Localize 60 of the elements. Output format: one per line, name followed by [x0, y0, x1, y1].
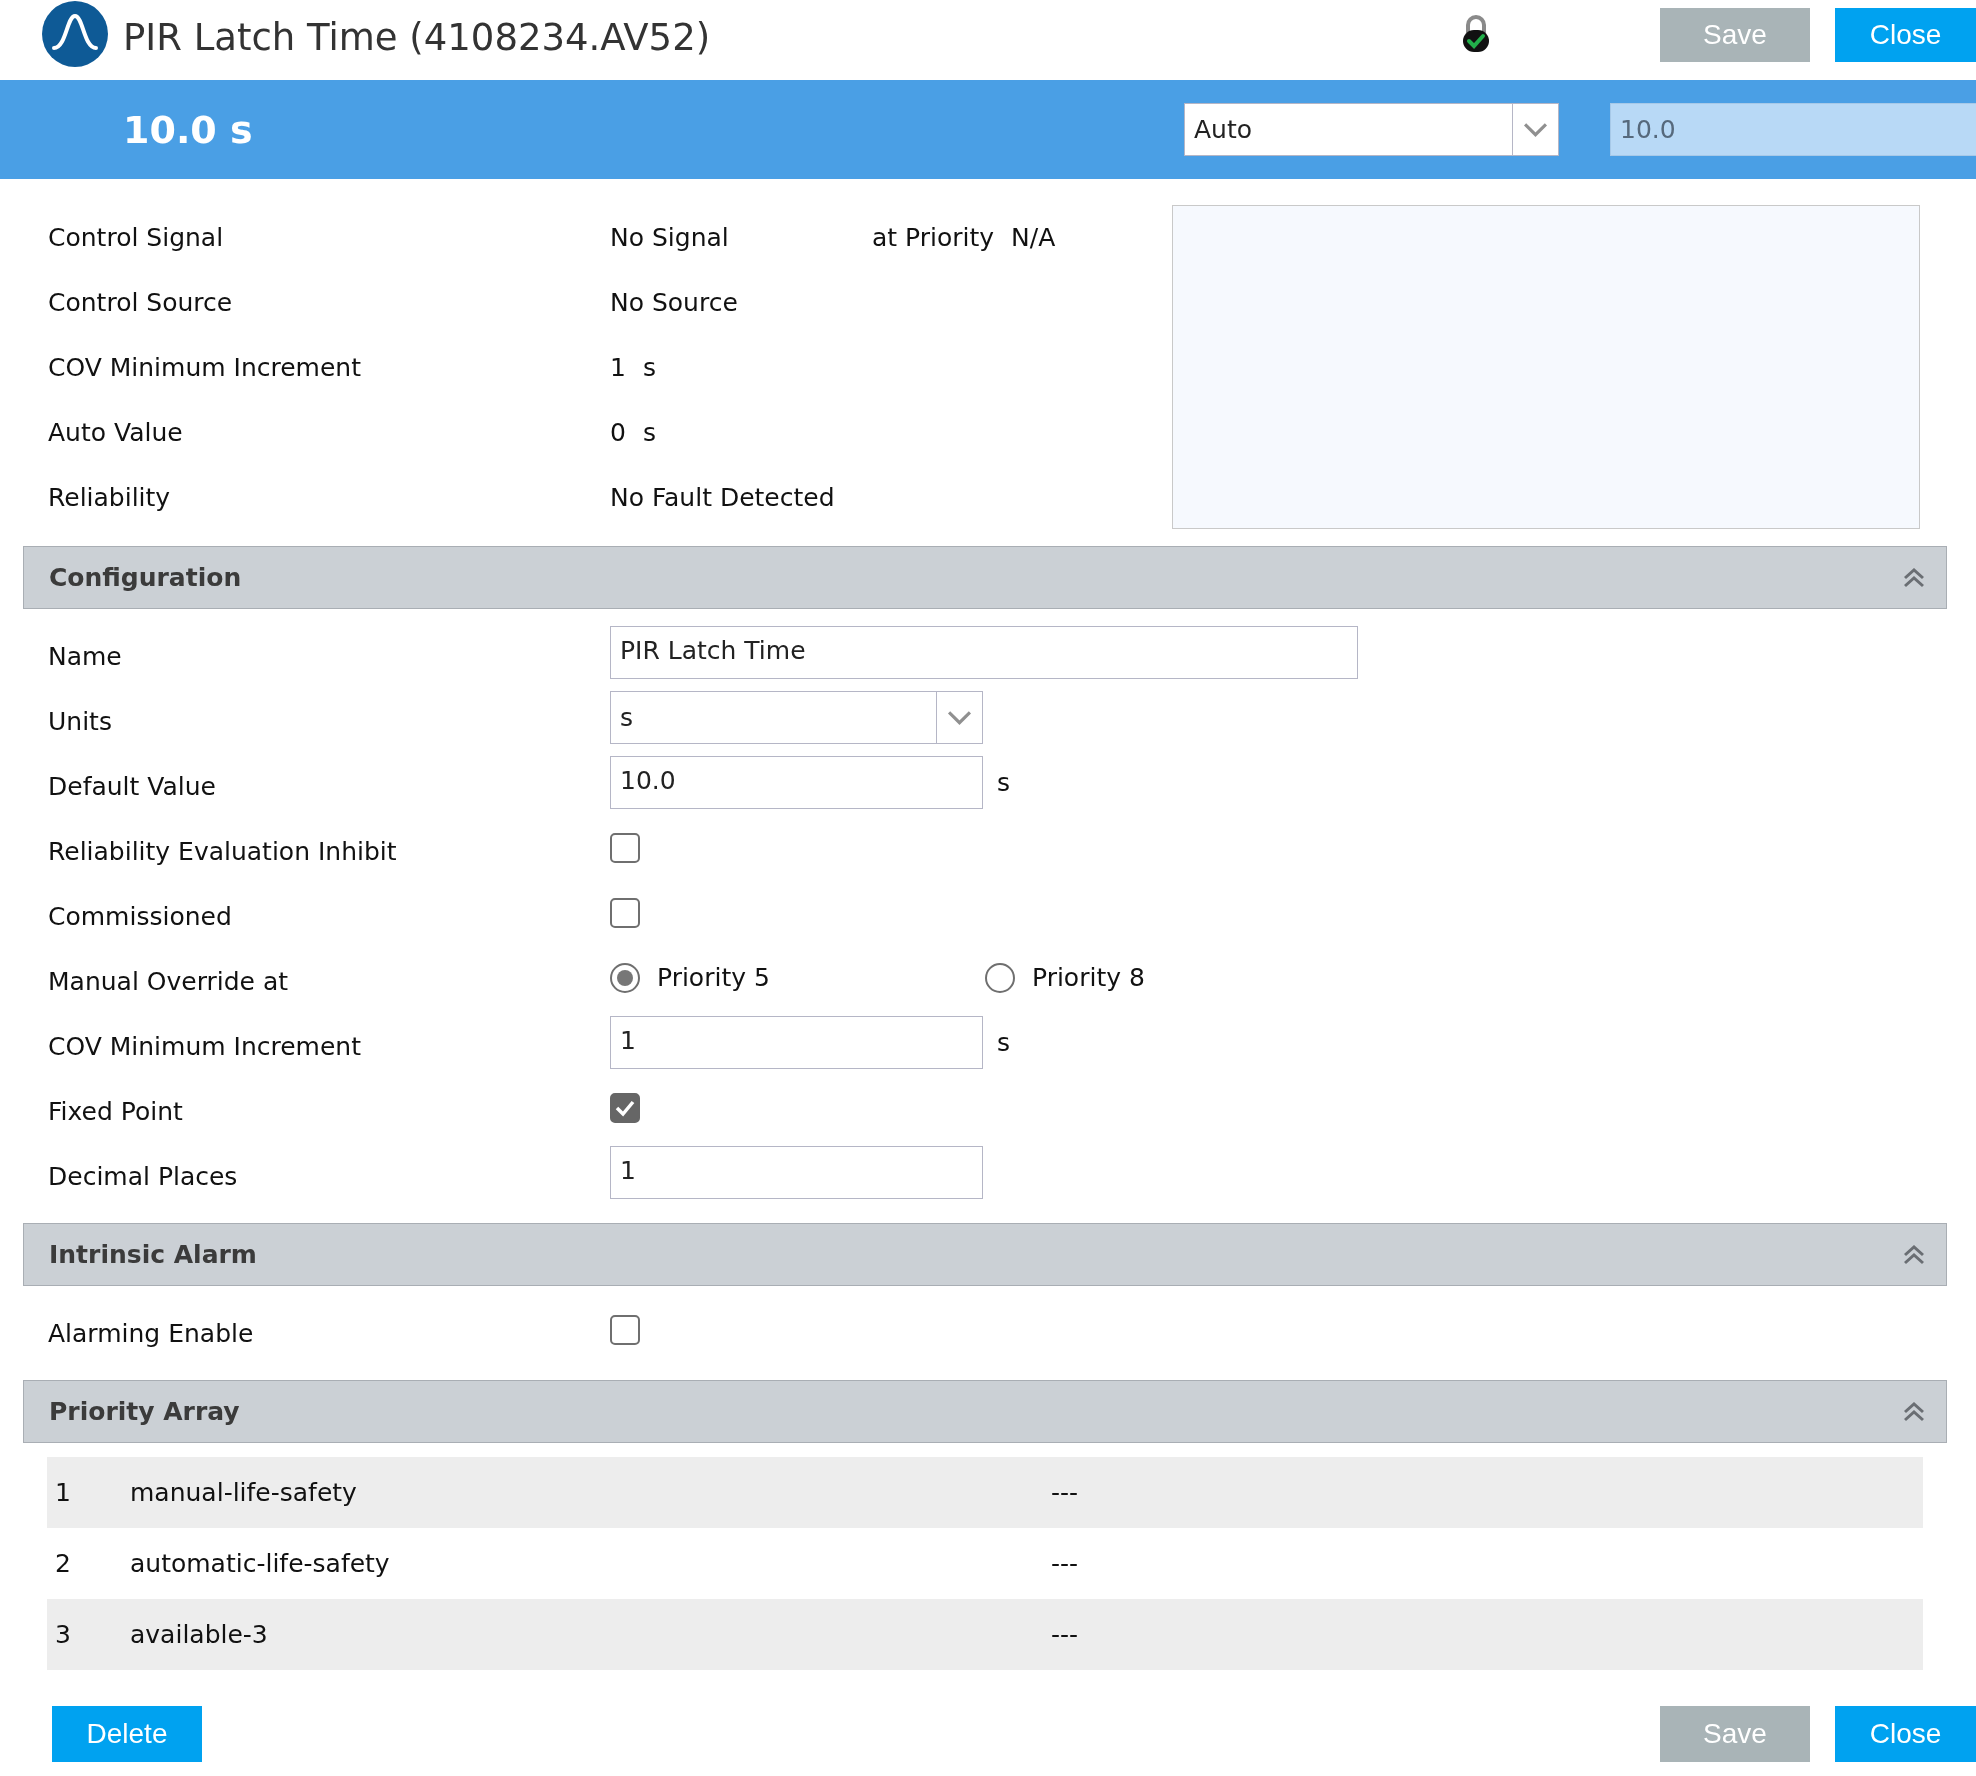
lock-icon — [1461, 15, 1491, 53]
present-value: 10.0 s — [123, 107, 253, 152]
field-label: Reliability Evaluation Inhibit — [48, 837, 397, 866]
field-value: No Source — [610, 288, 738, 317]
priority-number: 1 — [55, 1478, 71, 1507]
field-label: Decimal Places — [48, 1162, 238, 1191]
priority-number: 2 — [55, 1549, 71, 1578]
unit-label: s — [997, 768, 1011, 797]
checkbox[interactable] — [610, 897, 640, 928]
priority-value: --- — [1051, 1549, 1079, 1578]
section-header[interactable]: Priority Array — [23, 1380, 1947, 1443]
number-input[interactable]: 1 — [610, 1146, 983, 1199]
priority-value: --- — [1051, 1478, 1079, 1507]
checkmark-icon — [615, 1098, 635, 1117]
field-value: 0 — [610, 418, 626, 447]
radio-button[interactable] — [610, 962, 640, 993]
field-value: No Fault Detected — [610, 483, 835, 512]
field-value: 1 — [610, 353, 626, 382]
field-label: Commissioned — [48, 902, 232, 931]
field-label: Control Signal — [48, 223, 224, 252]
field-label: Manual Override at — [48, 967, 289, 996]
field-label: COV Minimum Increment — [48, 353, 361, 382]
checkbox[interactable] — [610, 1314, 640, 1345]
radio-button[interactable] — [985, 962, 1015, 993]
priority-name: automatic-life-safety — [130, 1549, 390, 1578]
unit-label: s — [642, 418, 656, 447]
number-input[interactable]: 1 — [610, 1016, 983, 1069]
section-title: Intrinsic Alarm — [49, 1240, 257, 1269]
field-label: Auto Value — [48, 418, 183, 447]
field-label: Reliability — [48, 483, 171, 512]
field-label: Fixed Point — [48, 1097, 183, 1126]
unit-label: s — [642, 353, 656, 382]
field-label: COV Minimum Increment — [48, 1032, 361, 1061]
unit-label: s — [997, 1028, 1011, 1057]
section-title: Configuration — [49, 563, 242, 592]
field-value: N/A — [1011, 223, 1056, 252]
number-input[interactable]: 10.0 — [610, 756, 983, 809]
field-label: at Priority — [872, 223, 995, 252]
field-value: No Signal — [610, 223, 729, 252]
logo-icon — [42, 1, 108, 67]
field-label: Alarming Enable — [48, 1319, 254, 1348]
field-label: Control Source — [48, 288, 233, 317]
checkbox[interactable] — [610, 1092, 640, 1123]
window-title: PIR Latch Time (4108234.AV52) — [123, 15, 711, 59]
section-title: Priority Array — [49, 1397, 240, 1426]
units-select[interactable]: s — [610, 691, 983, 744]
section-header[interactable]: Intrinsic Alarm — [23, 1223, 1947, 1286]
priority-name: manual-life-safety — [130, 1478, 357, 1507]
section-header[interactable]: Configuration — [23, 546, 1947, 609]
priority-name: available-3 — [130, 1620, 268, 1649]
mode-select[interactable]: Auto — [1184, 103, 1559, 156]
field-label: Units — [48, 707, 112, 736]
priority-value: --- — [1051, 1620, 1079, 1649]
priority-number: 3 — [55, 1620, 71, 1649]
radio-label[interactable]: Priority 8 — [1032, 963, 1145, 992]
field-label: Name — [48, 642, 122, 671]
checkbox[interactable] — [610, 832, 640, 863]
field-label: Default Value — [48, 772, 216, 801]
name-input[interactable]: PIR Latch Time — [610, 626, 1358, 679]
radio-label[interactable]: Priority 5 — [657, 963, 770, 992]
